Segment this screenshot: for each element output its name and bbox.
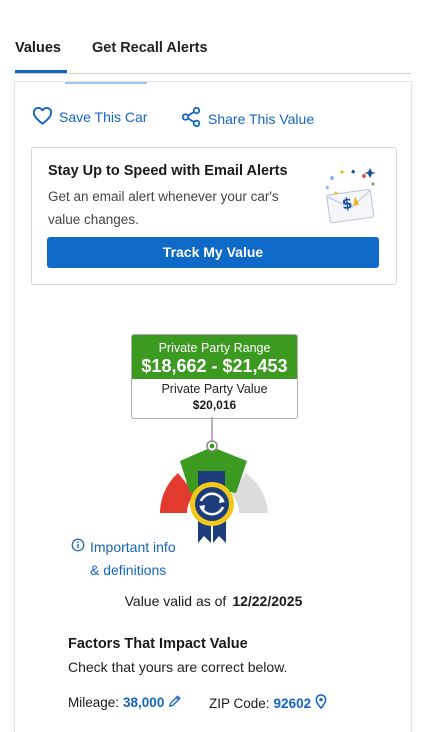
mileage-value[interactable]: 38,000: [123, 695, 164, 710]
email-envelope-icon: $: [320, 166, 382, 226]
valid-label: Value valid as of: [124, 593, 227, 609]
mileage-factor: Mileage: 38,000: [68, 694, 182, 711]
email-alert-panel: Stay Up to Speed with Email Alerts Get a…: [31, 147, 397, 285]
zip-code-value[interactable]: 92602: [274, 696, 312, 711]
share-value-label: Share This Value: [208, 110, 315, 127]
info-link-line1: Important info: [90, 539, 176, 555]
range-label: Private Party Range: [158, 341, 271, 355]
save-car-label: Save This Car: [59, 109, 148, 125]
mileage-label: Mileage:: [68, 695, 120, 710]
zip-code-factor: ZIP Code: 92602: [209, 694, 327, 712]
tab-values[interactable]: Values: [15, 40, 61, 56]
card-progress-line: [65, 82, 147, 84]
track-my-value-button[interactable]: Track My Value: [47, 237, 379, 268]
private-party-value-label: Private Party Value: [161, 382, 268, 396]
factors-subtitle: Check that yours are correct below.: [68, 659, 288, 675]
value-gauge: [150, 415, 278, 550]
email-alert-description: Get an email alert whenever your car's v…: [48, 189, 279, 227]
share-icon: [180, 106, 202, 131]
heart-icon: [32, 106, 53, 128]
email-alert-title: Stay Up to Speed with Email Alerts: [48, 163, 288, 179]
pencil-icon[interactable]: [168, 694, 182, 711]
tab-bar: Values Get Recall Alerts: [0, 0, 427, 76]
range-header: Private Party Range $18,662 - $21,453: [132, 335, 297, 379]
private-party-value: $20,016: [192, 398, 237, 412]
info-icon: [71, 536, 85, 559]
map-pin-icon[interactable]: [315, 694, 327, 712]
zip-code-label: ZIP Code:: [209, 695, 270, 711]
valid-date: 12/22/2025: [232, 593, 303, 609]
info-link-line2: & definitions: [90, 562, 167, 578]
share-value-button[interactable]: Share This Value: [180, 106, 314, 131]
range-value: $18,662 - $21,453: [141, 356, 288, 376]
tab-divider: [15, 73, 411, 74]
save-car-button[interactable]: Save This Car: [32, 106, 147, 128]
private-party-range-box: Private Party Range $18,662 - $21,453 Pr…: [131, 334, 298, 419]
factors-title: Factors That Impact Value: [68, 636, 248, 652]
important-info-link[interactable]: Important info & definitions: [71, 536, 176, 582]
value-valid-date: Value valid as of 12/22/2025: [0, 593, 427, 609]
tab-get-recall-alerts[interactable]: Get Recall Alerts: [92, 40, 208, 56]
